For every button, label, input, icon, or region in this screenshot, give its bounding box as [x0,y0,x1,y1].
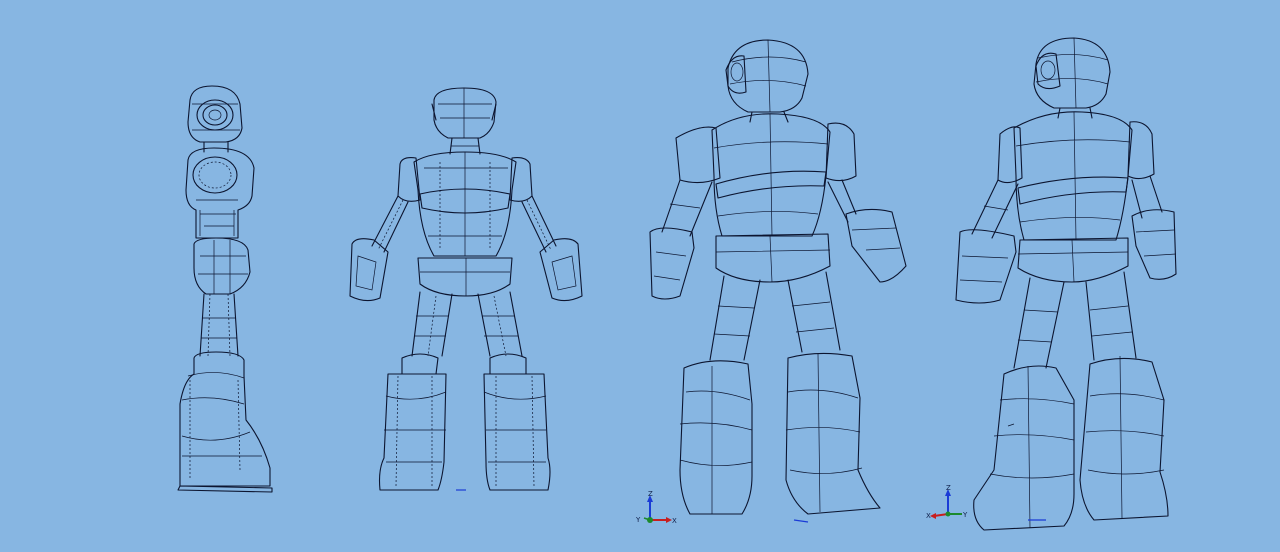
z-axis-label: Z [648,490,653,498]
cad-viewport[interactable]: Z X Y Z X Y [0,0,1280,552]
cad-drawing: Z X Y Z X Y [177,37,1177,531]
coordinate-triad-2: Z X Y [926,484,968,520]
view-orientation-markers [456,489,1046,523]
coordinate-triad-1: Z X Y [635,490,677,525]
z-axis-label: Z [946,484,951,492]
x-axis-label: X [672,517,677,525]
x-axis-label: X [926,512,931,520]
robot-front-view[interactable] [349,87,583,491]
marker-arrow [793,519,809,523]
y-axis-label: Y [962,511,968,519]
robot-iso-rear-view[interactable] [955,37,1177,531]
robot-side-view[interactable] [177,85,273,493]
robot-iso-front-view[interactable] [649,39,907,515]
y-axis-label: Y [635,516,641,524]
